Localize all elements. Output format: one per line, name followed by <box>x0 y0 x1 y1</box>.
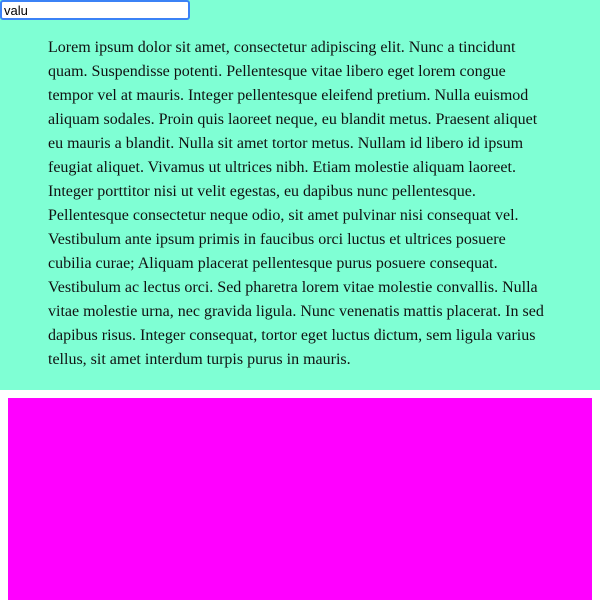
text-input[interactable] <box>0 0 190 20</box>
lorem-paragraph: Lorem ipsum dolor sit amet, consectetur … <box>48 39 544 368</box>
magenta-block <box>8 398 592 600</box>
aquamarine-panel: Lorem ipsum dolor sit amet, consectetur … <box>0 0 600 390</box>
